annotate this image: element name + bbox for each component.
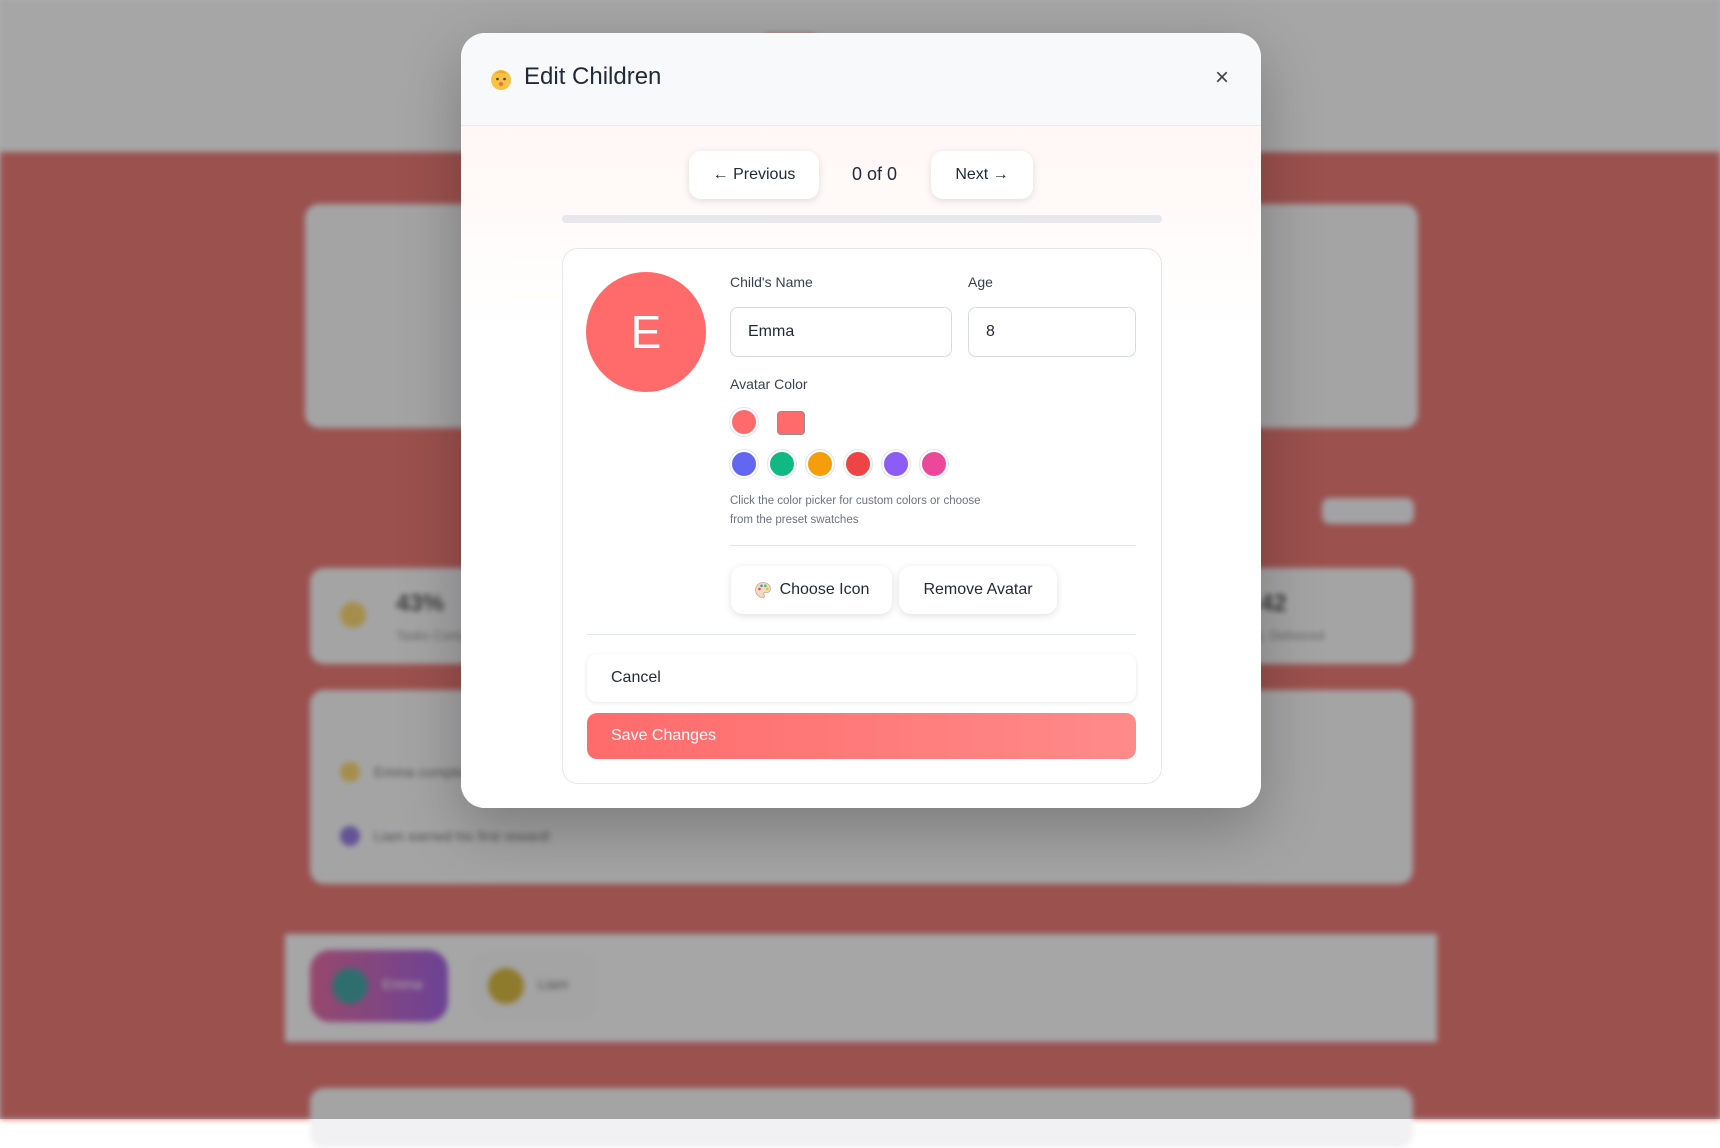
baby-icon — [491, 70, 511, 90]
divider — [730, 545, 1136, 546]
age-input[interactable] — [968, 307, 1136, 357]
modal-header: Edit Children × — [461, 33, 1261, 126]
choose-icon-label: Choose Icon — [779, 581, 870, 598]
preset-swatch-green[interactable] — [768, 450, 796, 478]
next-button[interactable]: Next → — [931, 151, 1033, 199]
cancel-button[interactable]: Cancel — [587, 654, 1136, 702]
preset-swatch-amber[interactable] — [806, 450, 834, 478]
remove-avatar-button[interactable]: Remove Avatar — [899, 566, 1057, 614]
avatar-color-label: Avatar Color — [730, 376, 808, 392]
preset-swatch-red[interactable] — [844, 450, 872, 478]
choose-icon-button[interactable]: Choose Icon — [731, 566, 892, 614]
progress-bar — [562, 215, 1162, 223]
modal-title: Edit Children — [524, 63, 662, 90]
age-label: Age — [968, 274, 993, 290]
save-changes-button[interactable]: Save Changes — [587, 713, 1136, 759]
divider — [587, 634, 1136, 635]
name-label: Child's Name — [730, 274, 813, 290]
child-counter: 0 of 0 — [852, 164, 898, 184]
preset-swatch-purple[interactable] — [882, 450, 910, 478]
avatar: E — [586, 272, 706, 392]
name-input[interactable] — [730, 307, 952, 357]
preset-swatch-indigo[interactable] — [730, 450, 758, 478]
previous-button[interactable]: ← Previous — [689, 151, 819, 199]
close-button[interactable]: × — [1207, 63, 1237, 93]
selected-color-swatch[interactable] — [730, 408, 758, 436]
color-hint-text: Click the color picker for custom colors… — [730, 495, 981, 526]
palette-icon — [754, 582, 771, 598]
color-picker-input[interactable] — [777, 411, 805, 435]
preset-swatch-pink[interactable] — [920, 450, 948, 478]
